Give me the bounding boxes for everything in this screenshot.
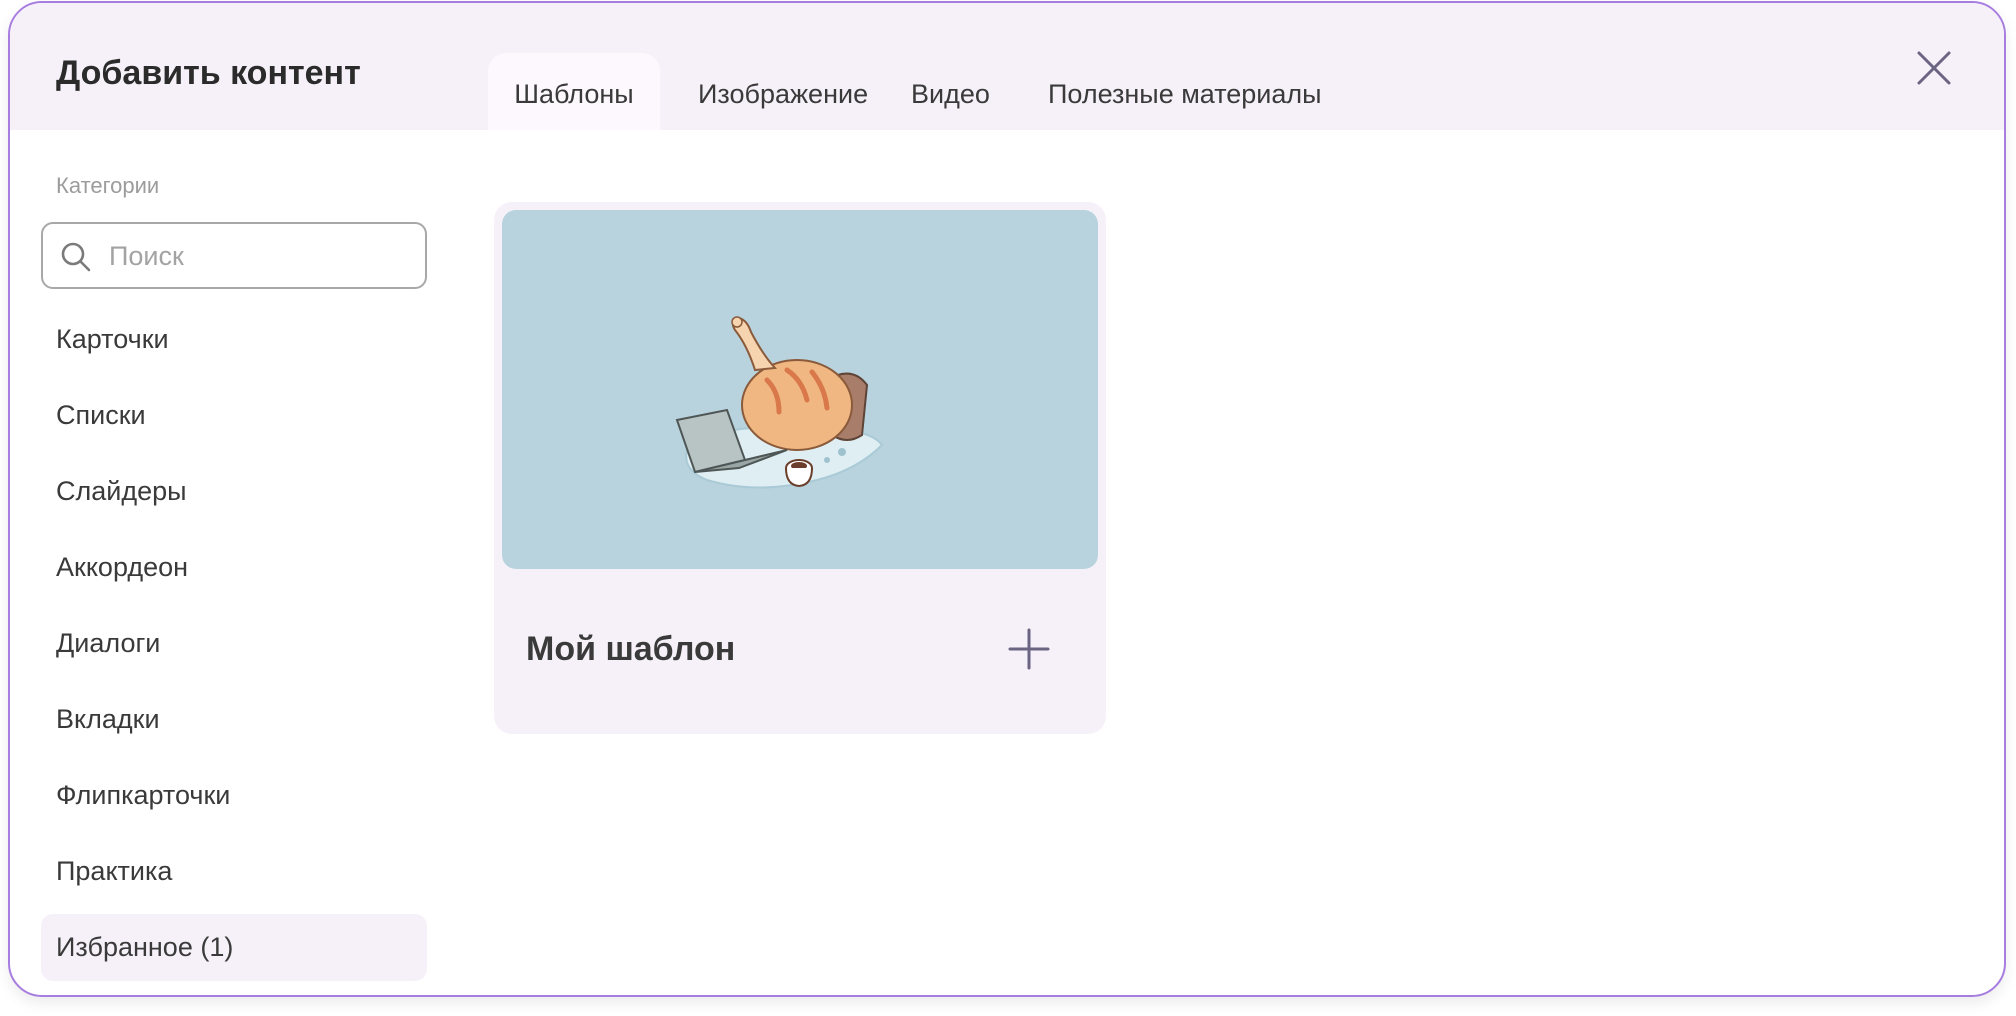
category-flipcards[interactable]: Флипкарточки — [41, 762, 427, 829]
template-title: Мой шаблон — [526, 630, 736, 668]
category-favorites[interactable]: Избранное (1) — [41, 914, 427, 981]
close-icon — [1917, 51, 1951, 85]
plus-icon — [1008, 628, 1050, 670]
category-dialogs[interactable]: Диалоги — [41, 610, 427, 677]
add-template-button[interactable] — [1005, 625, 1053, 673]
add-content-dialog: Добавить контент Шаблоны Изображение Вид… — [8, 1, 2006, 997]
search-box[interactable] — [41, 222, 427, 289]
category-sliders[interactable]: Слайдеры — [41, 458, 427, 525]
category-tabs[interactable]: Вкладки — [41, 686, 427, 753]
tab-templates[interactable]: Шаблоны — [488, 53, 660, 130]
search-icon — [61, 242, 91, 272]
categories-sidebar: Категории Карточки Списки Слайдеры Аккор… — [10, 130, 450, 995]
category-practice[interactable]: Практика — [41, 838, 427, 905]
dialog-header: Добавить контент Шаблоны Изображение Вид… — [10, 3, 2004, 130]
search-input[interactable] — [107, 230, 411, 282]
close-button[interactable] — [1909, 43, 1959, 93]
category-lists[interactable]: Списки — [41, 382, 427, 449]
template-preview — [502, 210, 1098, 569]
tab-image[interactable]: Изображение — [698, 53, 868, 130]
cat-at-laptop-illustration — [675, 316, 884, 489]
category-list: Карточки Списки Слайдеры Аккордеон Диало… — [41, 306, 427, 990]
template-card[interactable]: Мой шаблон — [494, 202, 1106, 734]
tab-video[interactable]: Видео — [911, 53, 990, 130]
dialog-title: Добавить контент — [56, 54, 361, 92]
categories-label: Категории — [56, 173, 160, 198]
category-cards[interactable]: Карточки — [41, 306, 427, 373]
tab-useful-materials[interactable]: Полезные материалы — [1048, 53, 1322, 130]
category-accordion[interactable]: Аккордеон — [41, 534, 427, 601]
